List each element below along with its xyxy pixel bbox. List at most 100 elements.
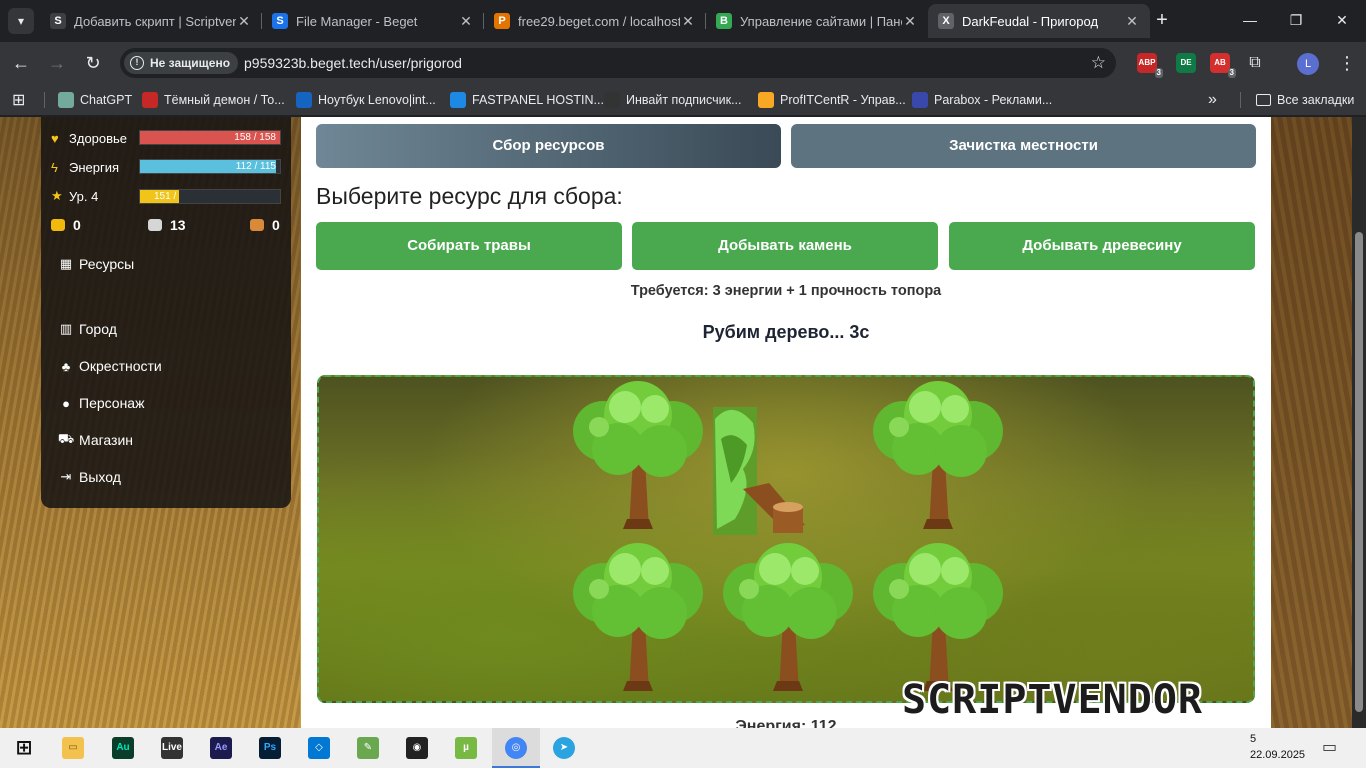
tab-gather-resources[interactable]: Сбор ресурсов (316, 124, 781, 168)
bookmark-item[interactable]: FASTPANEL HOSTIN... (450, 84, 604, 116)
chrome-icon[interactable]: ◎ (500, 732, 532, 764)
browser-tab[interactable]: S File Manager - Beget ✕ (262, 4, 484, 38)
maximize-button[interactable]: ❐ (1284, 8, 1308, 32)
ok-icon (296, 92, 312, 108)
browser-tab[interactable]: Pfree29.beget.com / localhost ✕ (484, 4, 706, 38)
tray-time: 5 (1250, 733, 1257, 745)
menu-label: Город (79, 321, 117, 337)
bookmark-item[interactable]: ChatGPT (58, 84, 132, 116)
bookmark-item[interactable]: ProfITCentR - Управ... (758, 84, 906, 116)
bookmark-star-icon[interactable]: ☆ (1091, 48, 1106, 78)
sidebar-menu-item[interactable]: ▥ Город (57, 318, 117, 340)
sidebar-menu-item[interactable]: ⇥ Выход (57, 466, 121, 488)
extensions-puzzle-icon[interactable]: ⧉ (1242, 50, 1268, 76)
chatgpt-icon (58, 92, 74, 108)
gather-herbs-button[interactable]: Собирать травы (316, 222, 622, 270)
level-row: ★ Ур. 4 (51, 187, 98, 205)
chrome-menu-icon[interactable]: ⋮ (1334, 50, 1360, 76)
address-bar[interactable]: ! Не защищено p959323b.beget.tech/user/p… (120, 48, 1116, 78)
profile-avatar[interactable]: L (1297, 53, 1319, 75)
bookmark-label: Инвайт подписчик... (626, 93, 742, 107)
audition-icon[interactable]: Au (107, 732, 139, 764)
tree[interactable] (863, 379, 1013, 537)
after-effects-icon[interactable]: Ae (205, 732, 237, 764)
scrollbar-thumb[interactable] (1355, 232, 1363, 712)
tree[interactable] (563, 379, 713, 537)
forward-icon[interactable]: → (44, 50, 70, 76)
mine-stone-button[interactable]: Добывать камень (632, 222, 938, 270)
bookmark-item[interactable]: Тёмный демон / То... (142, 84, 285, 116)
reload-icon[interactable]: ↻ (80, 50, 106, 76)
tab-title: DarkFeudal - Пригород (962, 13, 1099, 29)
chart-icon (758, 92, 774, 108)
user-icon: ● (62, 395, 70, 411)
obs-icon[interactable]: ◉ (401, 732, 433, 764)
chopped-tree[interactable] (713, 379, 863, 537)
security-chip[interactable]: ! Не защищено (124, 52, 239, 74)
live-icon[interactable]: Live (156, 732, 188, 764)
back-icon[interactable]: ← (8, 50, 34, 76)
new-tab-button[interactable]: + (1150, 8, 1174, 32)
bookmark-item[interactable]: Parabox - Реклами... (912, 84, 1052, 116)
menu-label: Персонаж (79, 395, 145, 411)
tab-title: Управление сайтами | Панель (740, 13, 902, 29)
heart-icon: ♥ (51, 130, 59, 146)
bookmark-item[interactable]: Ноутбук Lenovo|int... (296, 84, 436, 116)
apps-grid-icon[interactable]: ⊞ (12, 84, 25, 116)
chop-wood-button[interactable]: Добывать древесину (949, 222, 1255, 270)
notifications-icon[interactable]: ▭ (1322, 737, 1337, 757)
close-tab-icon[interactable]: ✕ (902, 13, 918, 30)
photoshop-icon[interactable]: Ps (254, 732, 286, 764)
file-explorer-icon[interactable]: ▭ (57, 732, 89, 764)
utorrent-icon[interactable]: µ (450, 732, 482, 764)
tree[interactable] (563, 541, 713, 699)
chopping-status: Рубим дерево... 3с (702, 322, 870, 342)
close-tab-icon[interactable]: ✕ (458, 13, 474, 30)
forest-area (317, 375, 1255, 703)
tab-favicon-icon: P (494, 13, 510, 29)
sidebar-menu-item[interactable]: ▦ Ресурсы (57, 253, 134, 275)
health-value: 158 / 158 (234, 132, 276, 143)
bookmark-label: Тёмный демон / То... (164, 93, 285, 107)
close-tab-icon[interactable]: ✕ (680, 13, 696, 30)
tab-strip: ▾ SДобавить скрипт | Scriptvendor✕SFile … (0, 0, 1366, 42)
more-bookmarks-icon[interactable]: » (1208, 84, 1217, 116)
extension-label: ABP (1138, 58, 1156, 67)
adblock-extension-icon[interactable]: AB 3 (1210, 53, 1236, 78)
tree[interactable] (713, 541, 863, 699)
close-window-button[interactable]: ✕ (1330, 8, 1354, 32)
folder-icon (1256, 94, 1271, 106)
windows-start-icon[interactable]: ⊞ (8, 732, 40, 764)
telegram-icon[interactable]: ➤ (548, 732, 580, 764)
menu-label: Окрестности (79, 358, 162, 374)
close-tab-icon[interactable]: ✕ (1124, 13, 1140, 30)
gold-coins-icon (51, 219, 65, 231)
tab-title: File Manager - Beget (296, 13, 418, 29)
bookmark-label: FASTPANEL HOSTIN... (472, 93, 604, 107)
all-bookmarks-button[interactable]: Все закладки (1256, 84, 1354, 116)
url-text[interactable]: p959323b.beget.tech/user/prigorod (244, 48, 462, 78)
copper-value: 0 (272, 217, 280, 233)
browser-tab[interactable]: B Управление сайтами | Панель✕ (706, 4, 928, 38)
lightning-icon: ϟ (51, 159, 58, 175)
notepad-plus-icon[interactable]: ✎ (352, 732, 384, 764)
browser-tab[interactable]: S Добавить скрипт | Scriptvendor✕ (40, 4, 262, 38)
sidebar-menu-item[interactable]: ⛟ Магазин (57, 429, 133, 451)
player-sidebar: ♥ Здоровье 158 / 158 ϟ Энергия 112 / 115… (41, 117, 291, 508)
page-scrollbar[interactable] (1352, 117, 1366, 728)
health-label: Здоровье (69, 130, 128, 146)
tree[interactable] (863, 541, 1013, 699)
vscode-icon[interactable]: ◇ (303, 732, 335, 764)
sidebar-menu-item[interactable]: ● Персонаж (57, 392, 144, 414)
browser-tab[interactable]: X DarkFeudal - Пригород ✕ (928, 4, 1150, 38)
tab-title: Добавить скрипт | Scriptvendor (74, 13, 236, 29)
sidebar-menu-item[interactable]: ♣ Окрестности (57, 355, 162, 377)
tab-clear-area[interactable]: Зачистка местности (791, 124, 1256, 168)
abp-extension-icon[interactable]: ABP 3 (1137, 53, 1163, 78)
bookmark-item[interactable]: Инвайт подписчик... (604, 84, 742, 116)
browser-toolbar: ← → ↻ ! Не защищено p959323b.beget.tech/… (0, 42, 1366, 84)
tab-search-icon[interactable]: ▾ (8, 8, 34, 34)
close-tab-icon[interactable]: ✕ (236, 13, 252, 30)
minimize-button[interactable]: — (1238, 8, 1262, 32)
deepl-extension-icon[interactable]: DE (1176, 53, 1196, 73)
